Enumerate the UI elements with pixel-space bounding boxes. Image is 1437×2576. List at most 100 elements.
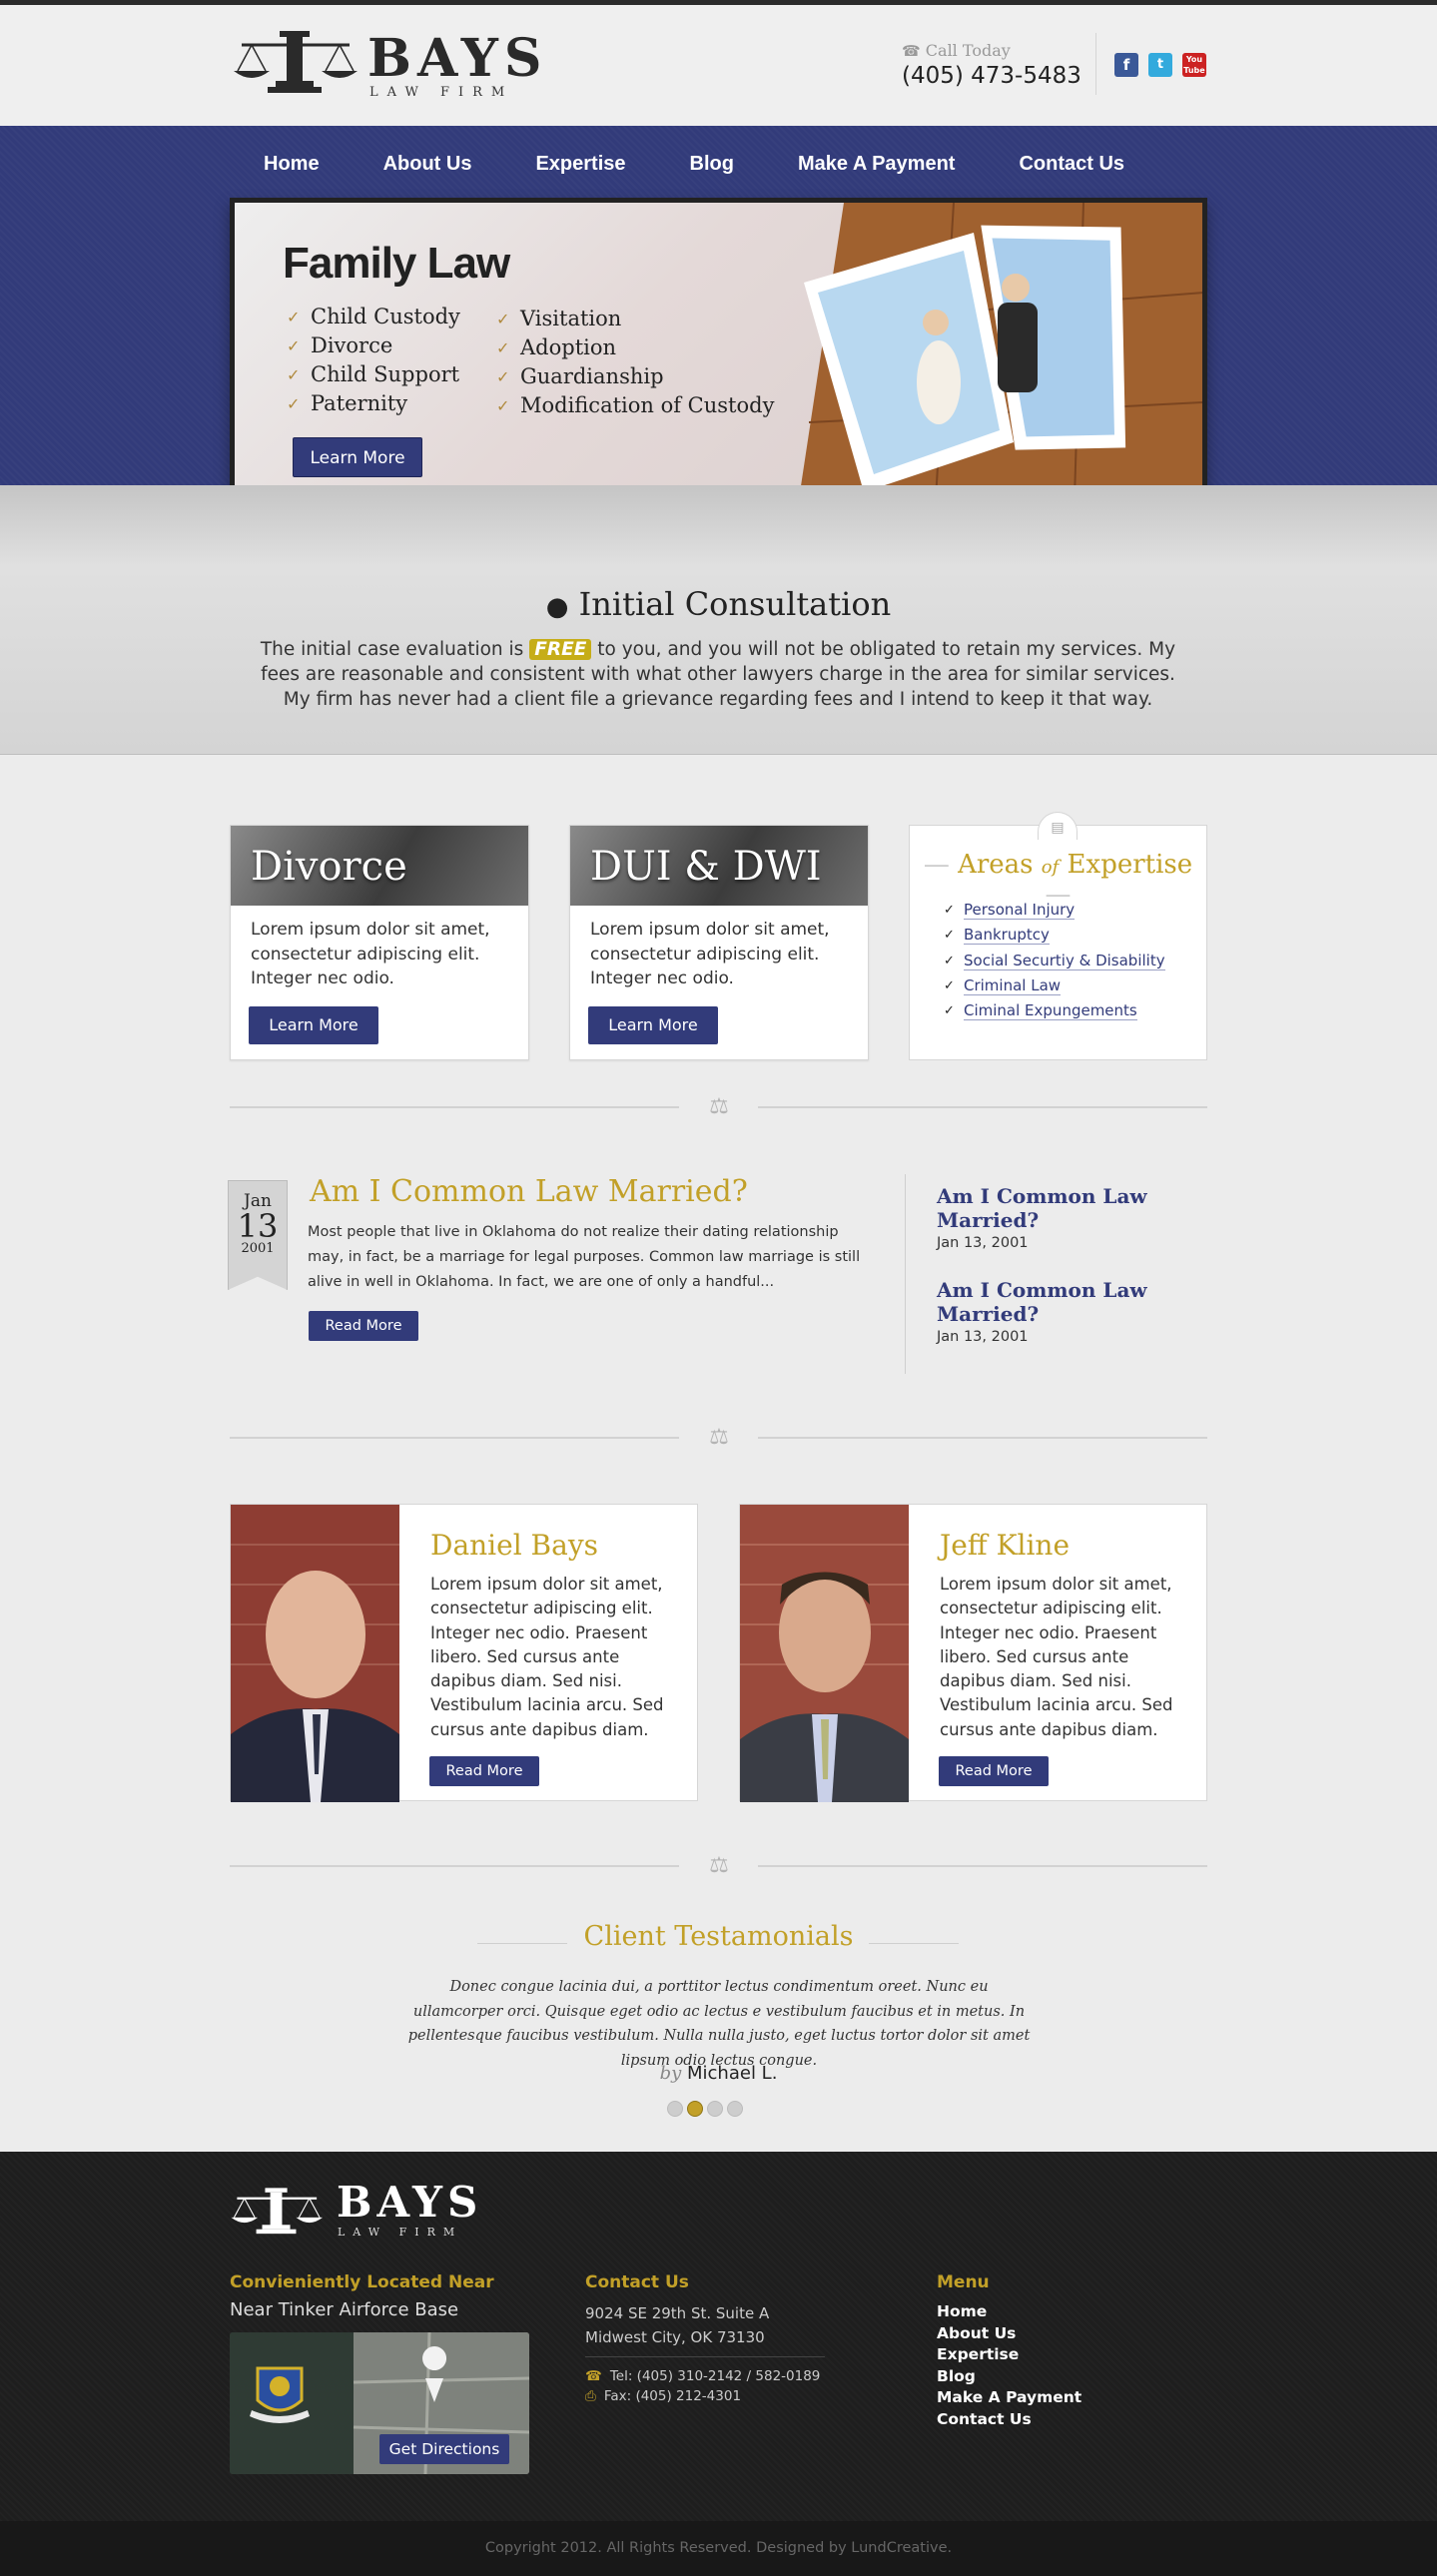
pager-dot[interactable] bbox=[667, 2101, 683, 2117]
testimonial-quote: Donec congue lacinia dui, a porttitor le… bbox=[407, 1979, 1031, 2069]
footer-menu-home[interactable]: Home bbox=[937, 2301, 1081, 2323]
expertise-title-of: of bbox=[1041, 857, 1060, 878]
footer-menu-about-us[interactable]: About Us bbox=[937, 2323, 1081, 2345]
nav-blog[interactable]: Blog bbox=[658, 144, 766, 184]
pager-dot[interactable] bbox=[687, 2101, 703, 2117]
testimonial-pager bbox=[667, 2101, 767, 2119]
hero-list-left: Child Custody Divorce Child Support Pate… bbox=[287, 303, 460, 418]
pager-dot[interactable] bbox=[707, 2101, 723, 2117]
hero-wedding-photo bbox=[795, 203, 1202, 520]
twitter-icon[interactable]: t bbox=[1148, 53, 1172, 77]
expertise-link-bankruptcy[interactable]: Bankruptcy bbox=[944, 923, 1165, 949]
team-member-bio: Lorem ipsum dolor sit amet, consectetur … bbox=[940, 1575, 1173, 1739]
hero-list-item: Adoption bbox=[496, 333, 774, 362]
divider-line bbox=[758, 1437, 1207, 1439]
expertise-title-a: Areas bbox=[958, 850, 1042, 880]
testimonial-author-name: Michael L. bbox=[687, 2063, 778, 2084]
expertise-link-text[interactable]: Ciminal Expungements bbox=[964, 1001, 1137, 1021]
divider-line bbox=[230, 1865, 679, 1867]
book-icon: ▤ bbox=[1038, 812, 1078, 840]
service-card-dui-dwi: DUI & DWI Lorem ipsum dolor sit amet, co… bbox=[569, 825, 869, 1060]
team-member-name: Daniel Bays bbox=[430, 1529, 599, 1562]
testimonial-author: by Michael L. bbox=[0, 2063, 1437, 2084]
footer-tel: ☎ Tel: (405) 310-2142 / 582-0189 bbox=[585, 2368, 820, 2384]
team-read-more-button[interactable]: Read More bbox=[939, 1756, 1049, 1786]
nav-contact-us[interactable]: Contact Us bbox=[987, 144, 1156, 184]
free-badge: FREE bbox=[529, 639, 592, 660]
footer-menu-blog[interactable]: Blog bbox=[937, 2366, 1081, 2388]
copyright-bar: Copyright 2012. All Rights Reserved. Des… bbox=[0, 2521, 1437, 2576]
scales-icon: ⚖ bbox=[709, 1425, 729, 1450]
expertise-link-text[interactable]: Personal Injury bbox=[964, 901, 1076, 920]
hero-learn-more-button[interactable]: Learn More bbox=[293, 437, 422, 477]
service-learn-more-button[interactable]: Learn More bbox=[588, 1006, 718, 1044]
section-divider: ⚖ bbox=[230, 1426, 1207, 1450]
nav-about-us[interactable]: About Us bbox=[352, 144, 504, 184]
location-map[interactable]: Get Directions bbox=[230, 2332, 529, 2474]
sidebar-post-title[interactable]: Am I Common Law Married? bbox=[937, 1278, 1206, 1326]
hero-list-item: Paternity bbox=[287, 389, 460, 418]
hero-list-item: Child Custody bbox=[287, 303, 460, 331]
footer-logo-name: BAYS bbox=[337, 2178, 483, 2227]
team-member-name: Jeff Kline bbox=[940, 1529, 1071, 1562]
expertise-link-expungements[interactable]: Ciminal Expungements bbox=[944, 998, 1165, 1024]
team-read-more-button[interactable]: Read More bbox=[429, 1756, 539, 1786]
service-card-image: Divorce bbox=[231, 826, 528, 906]
service-card-text: Lorem ipsum dolor sit amet, consectetur … bbox=[590, 920, 830, 988]
section-divider: ⚖ bbox=[230, 1854, 1207, 1878]
scales-icon: ⚖ bbox=[709, 1094, 729, 1119]
youtube-icon[interactable]: You Tube bbox=[1182, 53, 1206, 77]
footer-menu-contact-us[interactable]: Contact Us bbox=[937, 2409, 1081, 2431]
consultation-title-text: Initial Consultation bbox=[578, 585, 892, 623]
divider-line bbox=[230, 1106, 679, 1108]
scales-icon: ⚖ bbox=[709, 1853, 729, 1878]
expertise-link-personal-injury[interactable]: Personal Injury bbox=[944, 898, 1165, 924]
sidebar-post-date: Jan 13, 2001 bbox=[937, 1329, 1029, 1345]
divider-line bbox=[230, 1437, 679, 1439]
expertise-link-text[interactable]: Social Securtiy & Disability bbox=[964, 951, 1165, 970]
footer-menu-make-a-payment[interactable]: Make A Payment bbox=[937, 2387, 1081, 2409]
header-phone[interactable]: (405) 473-5483 bbox=[902, 63, 1081, 89]
blog-sidebar-divider bbox=[905, 1174, 906, 1374]
nav-make-a-payment[interactable]: Make A Payment bbox=[766, 144, 987, 184]
footer-logo-subtitle: LAW FIRM bbox=[338, 2226, 463, 2239]
fax-text: Fax: (405) 212-4301 bbox=[603, 2388, 742, 2404]
expertise-link-text[interactable]: Bankruptcy bbox=[964, 926, 1050, 946]
service-card-text: Lorem ipsum dolor sit amet, consectetur … bbox=[251, 920, 490, 988]
post-title[interactable]: Am I Common Law Married? bbox=[310, 1174, 748, 1209]
facebook-icon[interactable]: f bbox=[1114, 53, 1138, 77]
site-logo[interactable]: BAYS LAW FIRM bbox=[232, 23, 551, 103]
expertise-link-criminal-law[interactable]: Criminal Law bbox=[944, 973, 1165, 998]
hero-list-item: Child Support bbox=[287, 360, 460, 389]
pager-dot[interactable] bbox=[727, 2101, 743, 2117]
scales-of-justice-icon bbox=[234, 31, 358, 93]
sidebar-post: Am I Common Law Married? Jan 13, 2001 bbox=[937, 1278, 1206, 1345]
sidebar-post-date: Jan 13, 2001 bbox=[937, 1235, 1029, 1251]
read-more-button[interactable]: Read More bbox=[309, 1311, 418, 1341]
nav-expertise[interactable]: Expertise bbox=[503, 144, 657, 184]
hero-list-right: Visitation Adoption Guardianship Modific… bbox=[496, 305, 774, 420]
get-directions-button[interactable]: Get Directions bbox=[379, 2434, 509, 2464]
footer-logo[interactable]: BAYS LAW FIRM bbox=[230, 2178, 529, 2252]
team-member-card: Daniel Bays Lorem ipsum dolor sit amet, … bbox=[230, 1504, 698, 1802]
sidebar-post-title[interactable]: Am I Common Law Married? bbox=[937, 1184, 1206, 1232]
team-member-bio: Lorem ipsum dolor sit amet, consectetur … bbox=[430, 1575, 664, 1739]
nav-home[interactable]: Home bbox=[232, 144, 352, 184]
sidebar-post: Am I Common Law Married? Jan 13, 2001 bbox=[937, 1184, 1206, 1251]
scales-of-justice-icon bbox=[231, 2188, 324, 2235]
footer-menu-expertise[interactable]: Expertise bbox=[937, 2344, 1081, 2366]
service-card-title: DUI & DWI bbox=[590, 844, 822, 890]
location-heading: Convieniently Located Near bbox=[230, 2272, 494, 2292]
post-date-badge: Jan 13 2001 bbox=[228, 1180, 288, 1290]
expertise-link-social-security[interactable]: Social Securtiy & Disability bbox=[944, 949, 1165, 973]
footer-fax: ⎙ Fax: (405) 212-4301 bbox=[585, 2388, 741, 2404]
logo-name: BAYS bbox=[367, 28, 548, 89]
location-subtitle: Near Tinker Airforce Base bbox=[230, 2299, 459, 2320]
divider-line bbox=[758, 1865, 1207, 1867]
service-learn-more-button[interactable]: Learn More bbox=[249, 1006, 378, 1044]
footer-menu: Home About Us Expertise Blog Make A Paym… bbox=[937, 2301, 1081, 2430]
expertise-link-text[interactable]: Criminal Law bbox=[964, 975, 1062, 995]
site-header: BAYS LAW FIRM ☎ Call Today (405) 473-548… bbox=[0, 5, 1437, 126]
site-footer: BAYS LAW FIRM Convieniently Located Near… bbox=[0, 2152, 1437, 2521]
fax-icon: ⎙ bbox=[585, 2388, 596, 2404]
